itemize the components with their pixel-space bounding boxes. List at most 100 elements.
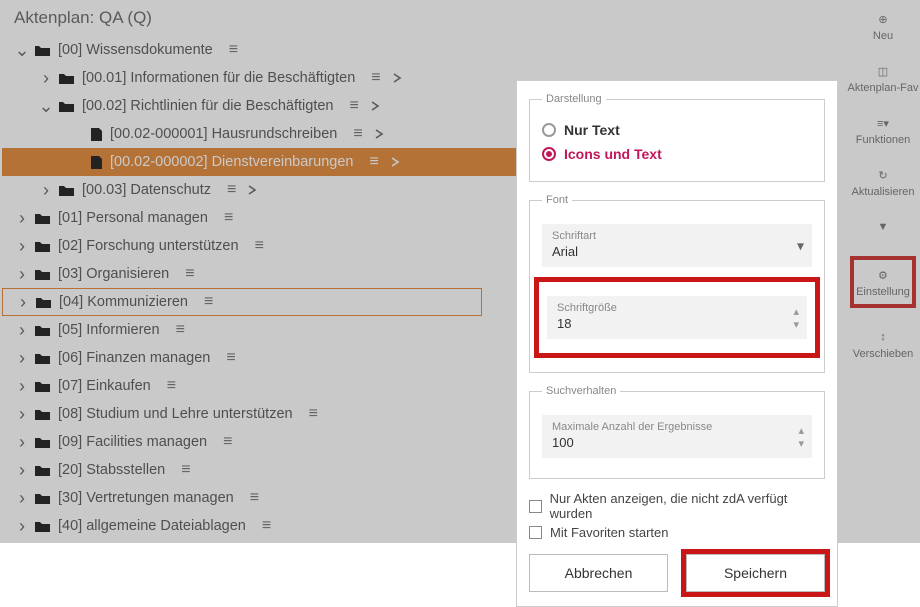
- expand-icon[interactable]: ›: [14, 348, 30, 369]
- chevron-right-icon[interactable]: [388, 155, 404, 169]
- legend-font: Font: [542, 194, 572, 206]
- tool-filter[interactable]: ▼: [878, 218, 889, 236]
- expand-icon[interactable]: ›: [14, 460, 30, 481]
- tree-label: [00.02] Richtlinien für die Beschäftigte…: [82, 98, 333, 114]
- tree-label: [30] Vertretungen managen: [58, 490, 234, 506]
- radio-nur-text[interactable]: Nur Text: [542, 119, 812, 141]
- checkbox-favoriten[interactable]: Mit Favoriten starten: [529, 525, 825, 540]
- menu-icon[interactable]: ≡: [255, 237, 265, 255]
- menu-icon[interactable]: ≡: [353, 125, 363, 143]
- chevron-right-icon[interactable]: [390, 71, 406, 85]
- expand-icon[interactable]: ›: [15, 292, 31, 313]
- filter-icon: ▼: [878, 218, 889, 236]
- menu-icon[interactable]: ≡: [223, 433, 233, 451]
- tool-label: Verschieben: [853, 348, 914, 360]
- folder-icon: [34, 379, 52, 393]
- tool-neu[interactable]: ⊕Neu: [873, 10, 893, 42]
- checkbox-label: Mit Favoriten starten: [550, 525, 669, 540]
- tree-label: [03] Organisieren: [58, 266, 169, 282]
- folder-icon: [58, 71, 76, 85]
- tool-label: Neu: [873, 30, 893, 42]
- menu-icon[interactable]: ≡: [349, 97, 359, 115]
- tree-label: [06] Finanzen managen: [58, 350, 210, 366]
- tree-label: [08] Studium und Lehre unterstützen: [58, 406, 293, 422]
- tree-row-wissensdokumente[interactable]: ⌄ [00] Wissensdokumente ≡: [2, 36, 920, 64]
- expand-icon[interactable]: ›: [38, 68, 54, 89]
- legend-darstellung: Darstellung: [542, 93, 606, 105]
- fieldset-darstellung: Darstellung Nur Text Icons und Text: [529, 93, 825, 182]
- tool-funk[interactable]: ≡▾Funktionen: [856, 114, 910, 146]
- expand-icon[interactable]: ›: [38, 180, 54, 201]
- tree-label: [07] Einkaufen: [58, 378, 151, 394]
- tree-label: [40] allgemeine Dateiablagen: [58, 518, 246, 534]
- spinner-icon: ▴▾: [798, 424, 804, 450]
- chevron-right-icon[interactable]: [245, 183, 261, 197]
- folder-open-icon: [34, 43, 52, 57]
- expand-icon[interactable]: ›: [14, 320, 30, 341]
- tool-fav[interactable]: ◫Aktenplan-Fav: [848, 62, 919, 94]
- tool-einstellungen[interactable]: ⚙Einstellung: [850, 256, 916, 308]
- chevron-right-icon[interactable]: [372, 127, 388, 141]
- max-ergebnisse-input[interactable]: Maximale Anzahl der Ergebnisse 100 ▴▾: [542, 415, 812, 458]
- checkbox-nur-akten[interactable]: Nur Akten anzeigen, die nicht zdA verfüg…: [529, 491, 825, 521]
- menu-icon[interactable]: ≡: [250, 489, 260, 507]
- abbrechen-button[interactable]: Abbrechen: [529, 554, 668, 592]
- menu-icon[interactable]: ≡: [204, 293, 214, 311]
- expand-icon[interactable]: ›: [14, 488, 30, 509]
- tool-label: Aktualisieren: [852, 186, 915, 198]
- tree-label: [00] Wissensdokumente: [58, 42, 213, 58]
- chevron-down-icon: ▾: [797, 237, 804, 254]
- expand-icon[interactable]: ⌄: [14, 40, 30, 61]
- tool-verschieben[interactable]: ↕ Verschieben: [853, 328, 914, 360]
- field-label: Schriftart: [552, 230, 802, 242]
- radio-icon: [542, 123, 556, 137]
- expand-icon[interactable]: ›: [14, 404, 30, 425]
- bookmark-icon: ◫: [878, 62, 888, 80]
- fieldset-suchverhalten: Suchverhalten Maximale Anzahl der Ergebn…: [529, 385, 825, 479]
- menu-icon[interactable]: ≡: [262, 517, 272, 535]
- tree-label: [00.02-000001] Hausrundschreiben: [110, 126, 337, 142]
- menu-icon[interactable]: ≡: [227, 181, 237, 199]
- schriftgroesse-input[interactable]: Schriftgröße 18 ▴▾: [547, 296, 807, 339]
- tool-label: Einstellung: [856, 286, 910, 298]
- menu-icon[interactable]: ≡: [309, 405, 319, 423]
- menu-icon[interactable]: ≡: [226, 349, 236, 367]
- move-icon: ↕: [880, 328, 886, 346]
- speichern-button[interactable]: Speichern: [686, 554, 825, 592]
- expand-icon[interactable]: ›: [14, 264, 30, 285]
- menu-icon[interactable]: ≡: [369, 153, 379, 171]
- tree-label: [04] Kommunizieren: [59, 294, 188, 310]
- menu-icon[interactable]: ≡: [185, 265, 195, 283]
- menu-icon[interactable]: ≡: [371, 69, 381, 87]
- tree-label: [00.01] Informationen für die Beschäftig…: [82, 70, 355, 86]
- folder-icon: [35, 295, 53, 309]
- settings-dialog: Darstellung Nur Text Icons und Text Font…: [516, 80, 838, 607]
- chevron-right-icon[interactable]: [368, 99, 384, 113]
- page-title: Aktenplan: QA (Q): [0, 0, 920, 32]
- radio-icons-text[interactable]: Icons und Text: [542, 143, 812, 165]
- expand-icon[interactable]: ›: [14, 376, 30, 397]
- menu-icon[interactable]: ≡: [229, 41, 239, 59]
- expand-icon[interactable]: ›: [14, 432, 30, 453]
- expand-icon[interactable]: ⌄: [38, 96, 54, 117]
- expand-icon[interactable]: ›: [14, 516, 30, 537]
- document-icon: [88, 155, 104, 169]
- schriftart-select[interactable]: Schriftart Arial ▾: [542, 224, 812, 267]
- tree-row-04[interactable]: › [04] Kommunizieren ≡: [2, 288, 482, 316]
- folder-icon: [34, 407, 52, 421]
- expand-icon[interactable]: ›: [14, 208, 30, 229]
- tool-aktualisieren[interactable]: ↻ Aktualisieren: [852, 166, 915, 198]
- menu-icon[interactable]: ≡: [181, 461, 191, 479]
- tool-label: Funktionen: [856, 134, 910, 146]
- tree-label: [20] Stabsstellen: [58, 462, 165, 478]
- expand-icon[interactable]: ›: [14, 236, 30, 257]
- folder-icon: [34, 435, 52, 449]
- refresh-icon: ↻: [878, 166, 887, 184]
- radio-icon: [542, 147, 556, 161]
- menu-icon[interactable]: ≡: [224, 209, 234, 227]
- folder-icon: [34, 351, 52, 365]
- menu-icon[interactable]: ≡: [176, 321, 186, 339]
- folder-icon: [58, 183, 76, 197]
- radio-label: Nur Text: [564, 122, 620, 138]
- menu-icon[interactable]: ≡: [167, 377, 177, 395]
